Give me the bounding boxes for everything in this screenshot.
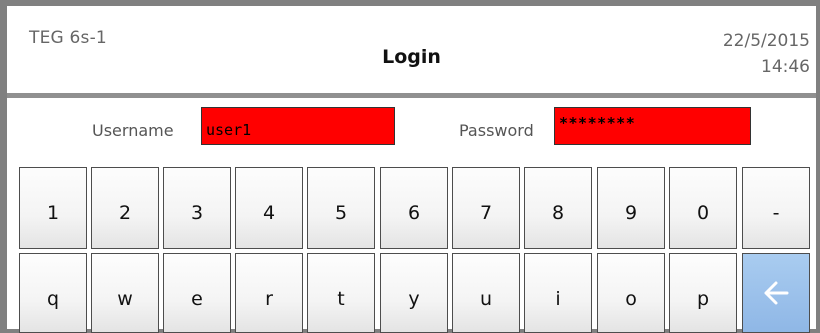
page-title: Login	[382, 46, 441, 68]
username-value: user1	[206, 121, 252, 139]
backspace-key[interactable]	[742, 253, 810, 333]
key-2[interactable]: 2	[91, 167, 159, 249]
password-field[interactable]: ********	[554, 107, 751, 145]
header-bar: TEG 6s-1 Login 22/5/2015 14:46	[7, 6, 816, 93]
key-3[interactable]: 3	[163, 167, 231, 249]
arrow-left-icon	[761, 278, 791, 313]
key-5[interactable]: 5	[307, 167, 375, 249]
device-name: TEG 6s-1	[29, 28, 107, 48]
key-q[interactable]: q	[19, 253, 87, 333]
on-screen-keyboard: 1 2 3 4 5 6 7 8 9 0 - q w e r t y u i o …	[7, 158, 816, 333]
app-window: TEG 6s-1 Login 22/5/2015 14:46 Username …	[7, 6, 816, 333]
key-6[interactable]: 6	[380, 167, 448, 249]
username-field[interactable]: user1	[201, 107, 395, 145]
key-p[interactable]: p	[669, 253, 737, 333]
key-9[interactable]: 9	[597, 167, 665, 249]
key-t[interactable]: t	[307, 253, 375, 333]
key-7[interactable]: 7	[452, 167, 520, 249]
time-text: 14:46	[761, 57, 810, 77]
key-r[interactable]: r	[235, 253, 303, 333]
key-1[interactable]: 1	[19, 167, 87, 249]
key-w[interactable]: w	[91, 253, 159, 333]
key-u[interactable]: u	[452, 253, 520, 333]
username-label: Username	[92, 121, 174, 140]
key-i[interactable]: i	[524, 253, 592, 333]
key-e[interactable]: e	[163, 253, 231, 333]
password-value: ********	[559, 114, 636, 132]
password-label: Password	[459, 121, 534, 140]
date-text: 22/5/2015	[722, 31, 810, 51]
key-minus[interactable]: -	[742, 167, 810, 249]
key-4[interactable]: 4	[235, 167, 303, 249]
key-o[interactable]: o	[597, 253, 665, 333]
key-y[interactable]: y	[380, 253, 448, 333]
datetime: 22/5/2015 14:46	[723, 28, 810, 80]
key-0[interactable]: 0	[669, 167, 737, 249]
key-8[interactable]: 8	[524, 167, 592, 249]
login-form: Username user1 Password ********	[7, 98, 816, 158]
